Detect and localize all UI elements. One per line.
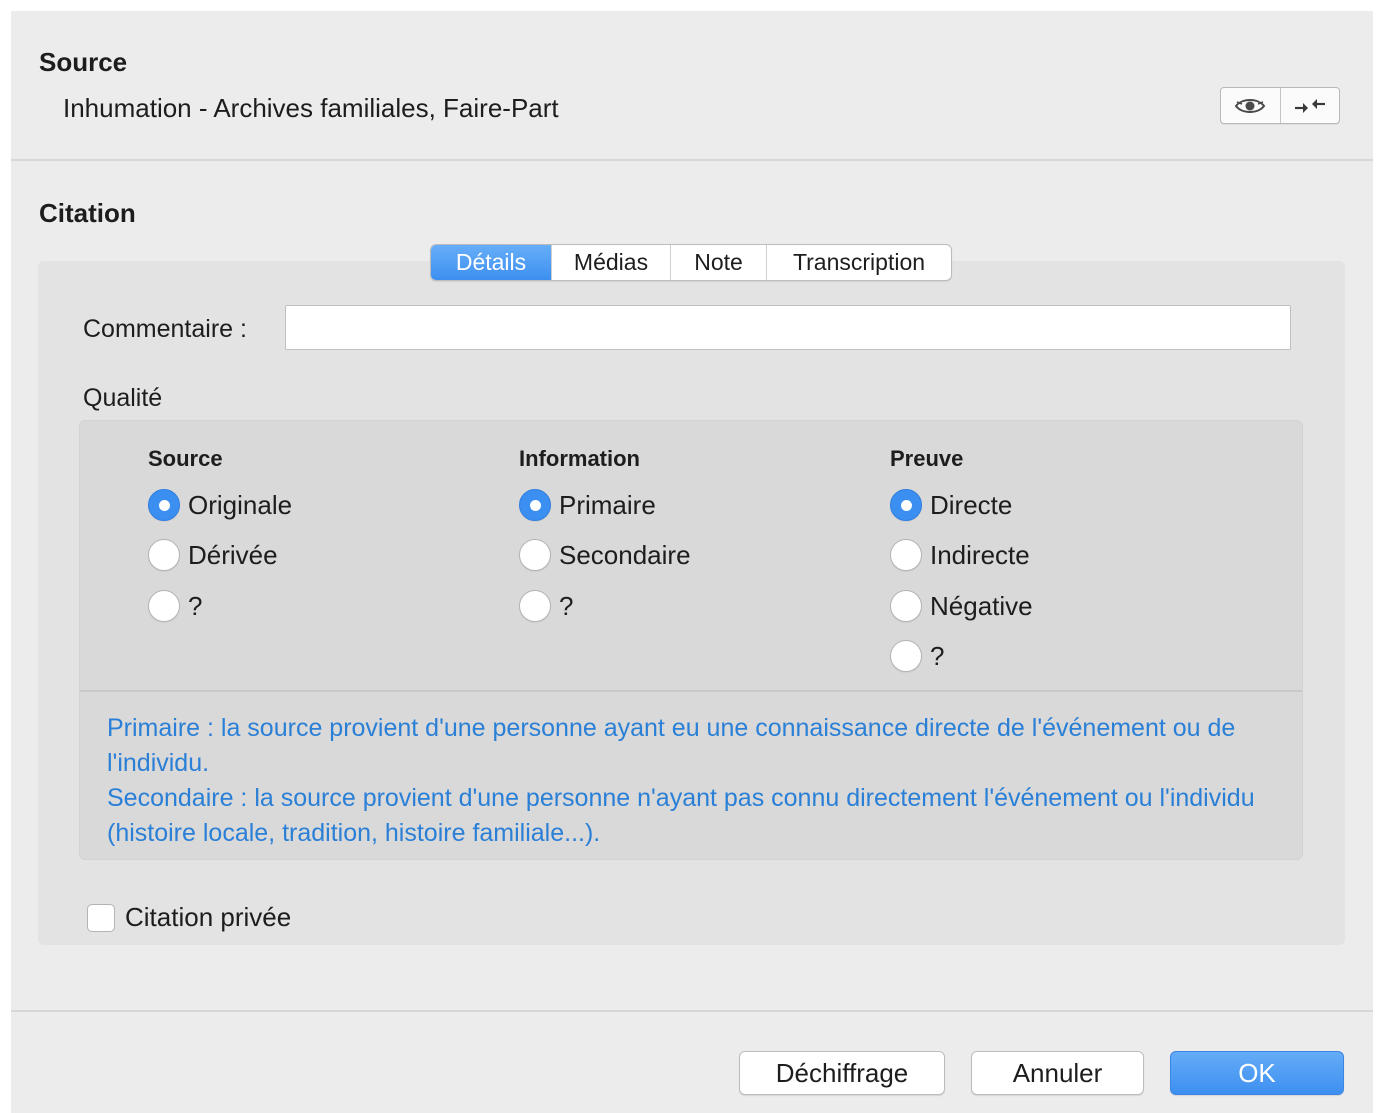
radio-indicator [148, 539, 180, 571]
tab-details[interactable]: Détails [431, 245, 551, 280]
radio-indicator [890, 489, 922, 521]
quality-box: Source Originale Dérivée ? Information P… [79, 420, 1303, 860]
radio-indirecte[interactable]: Indirecte [890, 539, 1030, 571]
radio-indicator [519, 590, 551, 622]
radio-derivee[interactable]: Dérivée [148, 539, 278, 571]
radio-originale[interactable]: Originale [148, 489, 292, 521]
tab-transcription[interactable]: Transcription [766, 245, 951, 280]
section-divider [11, 159, 1373, 161]
cancel-button[interactable]: Annuler [971, 1051, 1144, 1095]
source-quality-header: Source [148, 446, 223, 471]
eye-icon [1234, 98, 1266, 113]
checkbox-box [87, 903, 115, 932]
source-value: Inhumation - Archives familiales, Faire-… [63, 93, 559, 123]
radio-label: Indirecte [930, 539, 1030, 570]
source-action-buttons [1220, 87, 1340, 124]
footer-divider [11, 1010, 1373, 1012]
radio-indicator [519, 539, 551, 571]
radio-evidence-unknown[interactable]: ? [890, 640, 944, 672]
source-heading: Source [39, 47, 128, 77]
quality-label: Qualité [83, 384, 163, 412]
radio-indicator [148, 489, 180, 521]
swap-arrows-icon [1294, 98, 1325, 113]
radio-indicator [148, 590, 180, 622]
private-citation-checkbox[interactable]: Citation privée [87, 902, 291, 933]
radio-label: Dérivée [188, 539, 278, 570]
radio-indicator [890, 539, 922, 571]
quality-separator [80, 690, 1302, 692]
radio-indicator [890, 640, 922, 672]
radio-label: Primaire [559, 489, 656, 520]
radio-indicator [519, 489, 551, 521]
tab-medias[interactable]: Médias [551, 245, 670, 280]
ok-button[interactable]: OK [1170, 1051, 1344, 1095]
radio-label: ? [188, 590, 203, 621]
radio-label: Directe [930, 489, 1013, 520]
radio-directe[interactable]: Directe [890, 489, 1012, 521]
citation-tabs: Détails Médias Note Transcription [430, 244, 952, 281]
radio-label: ? [559, 590, 574, 621]
citation-dialog: Source Inhumation - Archives familiales,… [11, 11, 1373, 1113]
radio-label: Négative [930, 590, 1033, 621]
radio-information-unknown[interactable]: ? [519, 590, 573, 622]
radio-label: ? [930, 640, 945, 671]
evidence-quality-header: Preuve [890, 446, 964, 471]
decipher-button[interactable]: Déchiffrage [739, 1051, 945, 1095]
information-quality-header: Information [519, 446, 640, 471]
radio-negative[interactable]: Négative [890, 590, 1033, 622]
view-source-button[interactable] [1221, 88, 1280, 123]
radio-label: Originale [188, 489, 293, 520]
citation-heading: Citation [39, 198, 136, 228]
help-secondary: Secondaire : la source provient d'une pe… [107, 784, 1255, 847]
go-to-source-button[interactable] [1279, 88, 1340, 123]
private-citation-label: Citation privée [125, 902, 292, 932]
radio-label: Secondaire [559, 539, 691, 570]
comment-label: Commentaire : [83, 315, 247, 343]
quality-help-text: Primaire : la source provient d'une pers… [107, 711, 1287, 851]
radio-source-unknown[interactable]: ? [148, 590, 202, 622]
radio-primaire[interactable]: Primaire [519, 489, 656, 521]
help-primary: Primaire : la source provient d'une pers… [107, 714, 1236, 777]
tab-note[interactable]: Note [670, 245, 766, 280]
radio-secondaire[interactable]: Secondaire [519, 539, 691, 571]
comment-input[interactable] [285, 305, 1291, 350]
radio-indicator [890, 590, 922, 622]
